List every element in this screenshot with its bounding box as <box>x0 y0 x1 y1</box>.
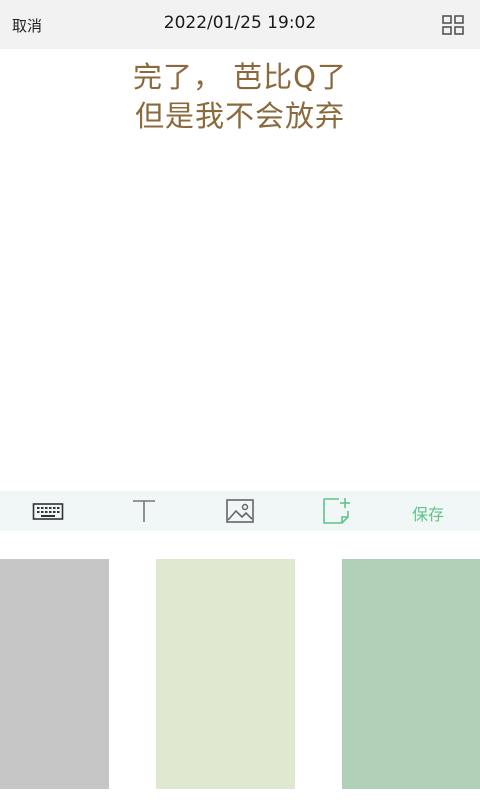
keyboard-icon[interactable] <box>32 497 64 525</box>
background-swatch-sage-green[interactable] <box>342 559 480 789</box>
background-swatch-light-green[interactable] <box>156 559 295 789</box>
note-text-line: 但是我不会放弃 <box>134 99 345 133</box>
text-icon[interactable] <box>128 497 160 525</box>
top-bar: 取消 2022/01/25 19:02 <box>0 0 480 49</box>
background-swatch-gray[interactable] <box>0 559 109 789</box>
grid-icon[interactable] <box>440 14 466 36</box>
note-text-line: 完了， 芭比Q了 <box>132 60 348 94</box>
note-editor[interactable]: 完了， 芭比Q了 但是我不会放弃 <box>0 49 480 491</box>
image-icon[interactable] <box>224 497 256 525</box>
add-note-icon[interactable] <box>320 497 352 525</box>
save-button[interactable]: 保存 <box>412 501 444 525</box>
note-datetime: 2022/01/25 19:02 <box>163 13 317 33</box>
editor-toolbar: 保存 <box>0 491 480 531</box>
